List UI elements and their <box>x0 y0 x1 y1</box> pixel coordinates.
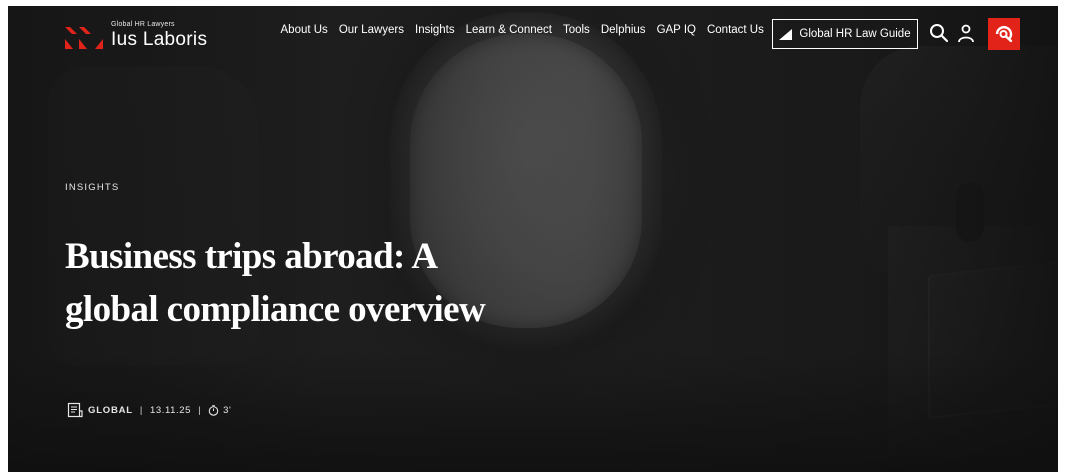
logo-name: Ius Laboris <box>111 29 208 50</box>
article-region: GLOBAL <box>88 404 133 416</box>
article-meta: GLOBAL | 13.11.25 | 3' <box>67 402 231 418</box>
logo-tagline: Global HR Lawyers <box>111 21 175 28</box>
page-frame: Global HR Lawyers Ius Laboris About Us O… <box>8 6 1058 472</box>
global-hr-law-guide-label: Global HR Law Guide <box>799 28 911 40</box>
nav-item-tools[interactable]: Tools <box>557 24 595 36</box>
brand-badge-icon <box>995 26 1013 43</box>
nav-item-contact-us[interactable]: Contact Us <box>701 24 769 36</box>
nav-item-learn-connect[interactable]: Learn & Connect <box>460 24 557 36</box>
nav-item-about-us[interactable]: About Us <box>275 24 333 36</box>
triangle-icon <box>779 28 793 40</box>
search-icon[interactable] <box>929 23 949 43</box>
main-nav: About Us Our Lawyers Insights Learn & Co… <box>275 24 769 36</box>
logo-text: Global HR Lawyers Ius Laboris <box>111 21 207 49</box>
global-hr-law-guide-button[interactable]: Global HR Law Guide <box>772 19 918 49</box>
article-title: Business trips abroad: A global complian… <box>65 236 486 330</box>
site-header: Global HR Lawyers Ius Laboris About Us O… <box>8 6 1058 62</box>
nav-item-delphius[interactable]: Delphius <box>595 24 651 36</box>
logo-mark-icon <box>65 27 103 49</box>
meta-separator: | <box>198 404 202 416</box>
article-category[interactable]: INSIGHTS <box>65 182 119 193</box>
document-icon <box>67 402 83 418</box>
nav-item-insights[interactable]: Insights <box>410 24 461 36</box>
timer-icon <box>208 404 219 416</box>
article-read-time: 3' <box>223 404 232 416</box>
site-logo[interactable]: Global HR Lawyers Ius Laboris <box>65 21 207 49</box>
brand-badge-button[interactable] <box>988 18 1020 50</box>
nav-item-gap-iq[interactable]: GAP IQ <box>651 24 701 36</box>
user-icon[interactable] <box>956 23 976 43</box>
article-date: 13.11.25 <box>149 404 192 416</box>
nav-item-our-lawyers[interactable]: Our Lawyers <box>333 24 409 36</box>
meta-separator: | <box>139 404 143 416</box>
